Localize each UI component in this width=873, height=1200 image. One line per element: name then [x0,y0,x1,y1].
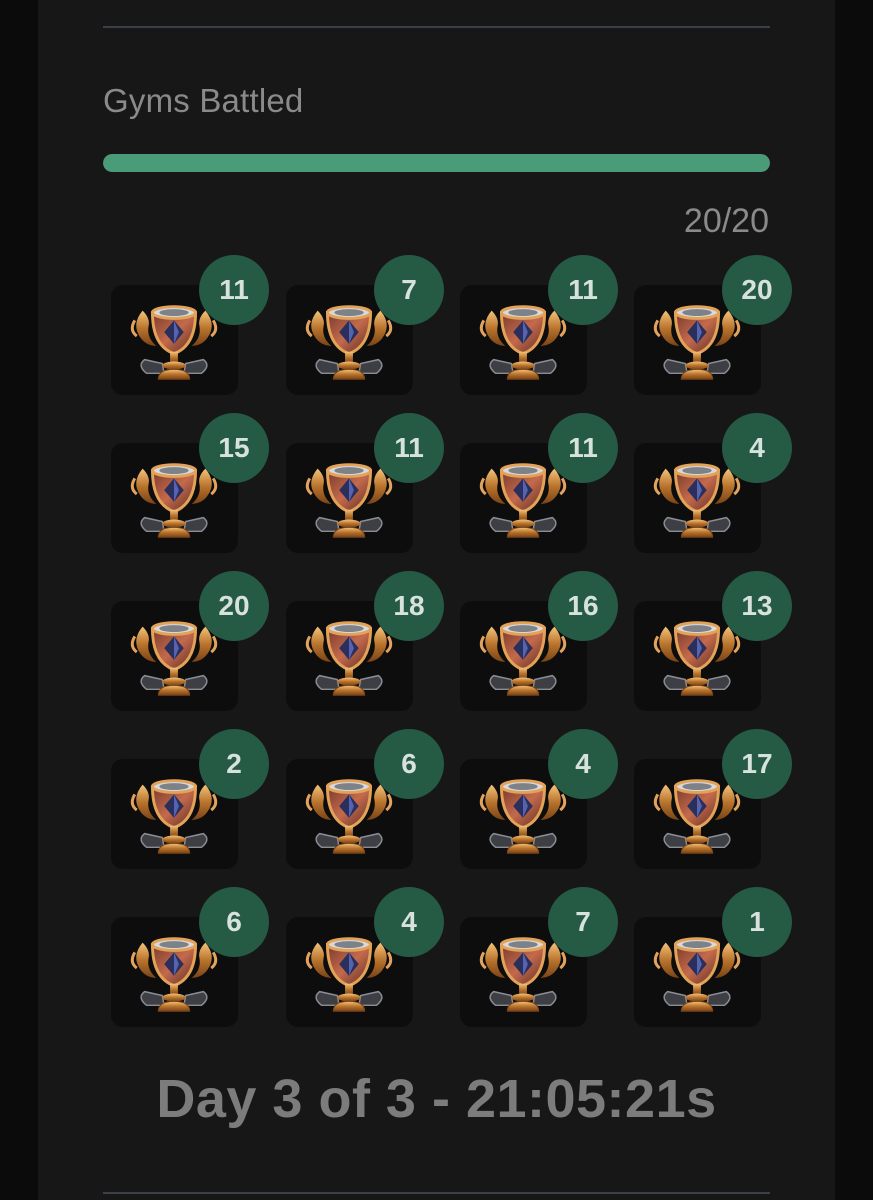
battle-count-badge: 7 [374,255,444,325]
battle-count-badge: 16 [548,571,618,641]
battle-count-badge: 20 [722,255,792,325]
battle-count-badge: 2 [199,729,269,799]
battle-count-badge: 4 [722,413,792,483]
battle-count-badge: 6 [374,729,444,799]
battle-count-badge: 11 [374,413,444,483]
event-timer: Day 3 of 3 - 21:05:21s [156,1069,717,1129]
battle-count-badge: 20 [199,571,269,641]
battle-count-badge: 13 [722,571,792,641]
battle-count-badge: 4 [548,729,618,799]
battle-count-badge: 11 [548,255,618,325]
gym-grid: 11 7 11 20 15 11 11 4 20 18 16 13 2 6 4 … [0,0,873,1200]
battle-count-badge: 6 [199,887,269,957]
battle-count-badge: 18 [374,571,444,641]
battle-count-badge: 11 [199,255,269,325]
battle-count-badge: 15 [199,413,269,483]
battle-count-badge: 1 [722,887,792,957]
battle-count-badge: 11 [548,413,618,483]
battle-count-badge: 4 [374,887,444,957]
battle-count-badge: 17 [722,729,792,799]
bottom-divider [103,1192,770,1194]
battle-count-badge: 7 [548,887,618,957]
